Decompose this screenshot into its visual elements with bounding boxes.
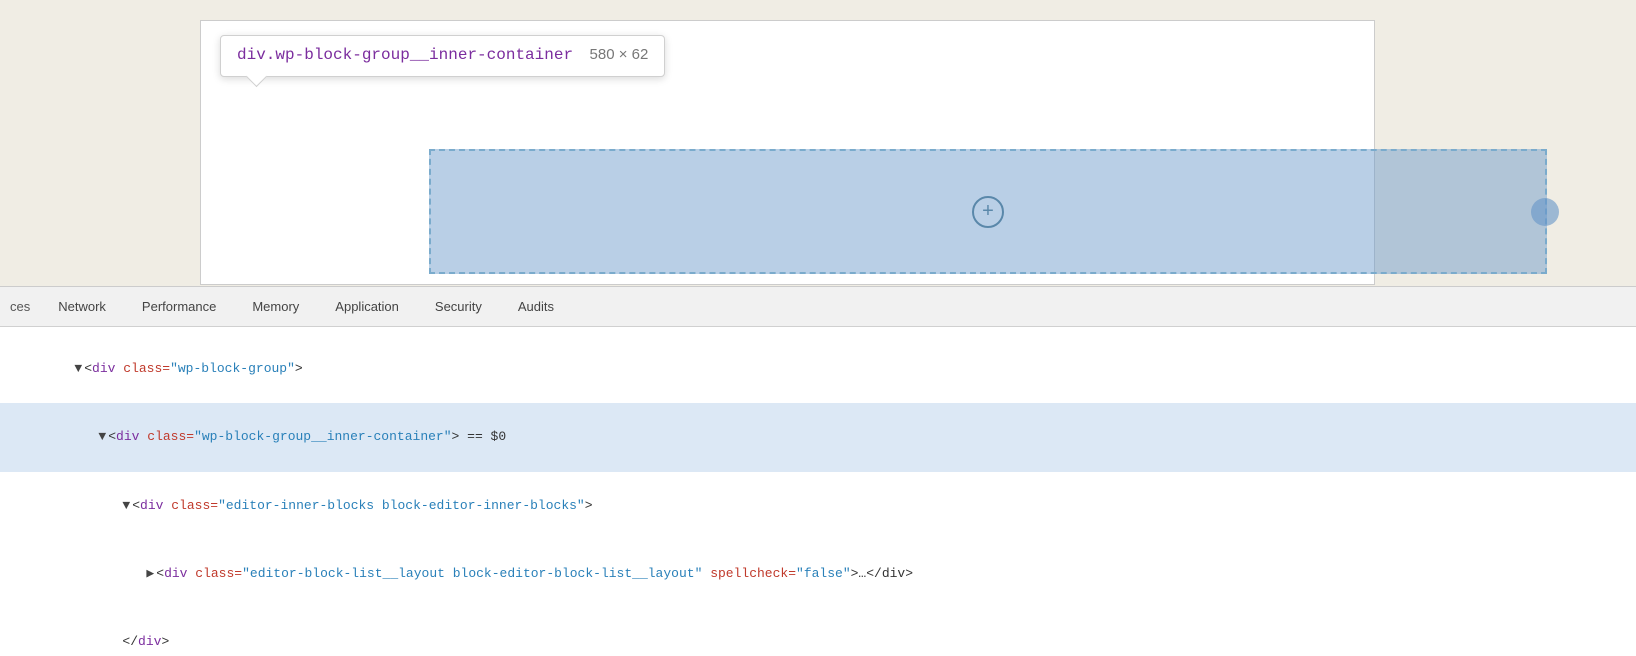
tab-audits-label: Audits — [518, 299, 554, 314]
tab-application-label: Application — [335, 299, 399, 314]
tree-caret[interactable]: ▼ — [122, 498, 130, 513]
tree-line: </div> — [0, 608, 1636, 656]
tab-security-label: Security — [435, 299, 482, 314]
tab-application[interactable]: Application — [317, 287, 417, 327]
tooltip-dimensions: 580 × 62 — [590, 46, 649, 63]
element-tooltip: div.wp-block-group__inner-container 580 … — [220, 35, 665, 77]
tab-sources-label: ces — [10, 299, 30, 314]
tabs-bar: ces Network Performance Memory Applicati… — [0, 287, 1636, 327]
tab-memory[interactable]: Memory — [234, 287, 317, 327]
tab-sources[interactable]: ces — [0, 287, 40, 327]
tree-caret[interactable]: ▼ — [74, 361, 82, 376]
tab-network-label: Network — [58, 299, 106, 314]
tab-performance[interactable]: Performance — [124, 287, 234, 327]
resize-handle[interactable] — [1531, 198, 1559, 226]
tab-security[interactable]: Security — [417, 287, 500, 327]
tree-line-highlighted: ▼<div class="wp-block-group__inner-conta… — [0, 403, 1636, 471]
tab-performance-label: Performance — [142, 299, 216, 314]
html-tree: ▼<div class="wp-block-group"> ▼<div clas… — [0, 327, 1636, 656]
tooltip-element-name: div.wp-block-group__inner-container — [237, 46, 573, 64]
tree-caret[interactable]: ▼ — [98, 429, 106, 444]
tree-line: ▼<div class="wp-block-group"> — [0, 335, 1636, 403]
tree-line: ▶<div class="editor-block-list__layout b… — [0, 540, 1636, 608]
tab-audits[interactable]: Audits — [500, 287, 572, 327]
devtools-panel: ces Network Performance Memory Applicati… — [0, 286, 1636, 656]
tab-memory-label: Memory — [252, 299, 299, 314]
selected-element-highlight: + — [429, 149, 1547, 274]
add-block-icon[interactable]: + — [972, 196, 1004, 228]
tree-line: ▼<div class="editor-inner-blocks block-e… — [0, 472, 1636, 540]
tab-network[interactable]: Network — [40, 287, 124, 327]
tree-caret[interactable]: ▶ — [146, 566, 154, 581]
preview-area: + div.wp-block-group__inner-container 58… — [0, 0, 1636, 295]
